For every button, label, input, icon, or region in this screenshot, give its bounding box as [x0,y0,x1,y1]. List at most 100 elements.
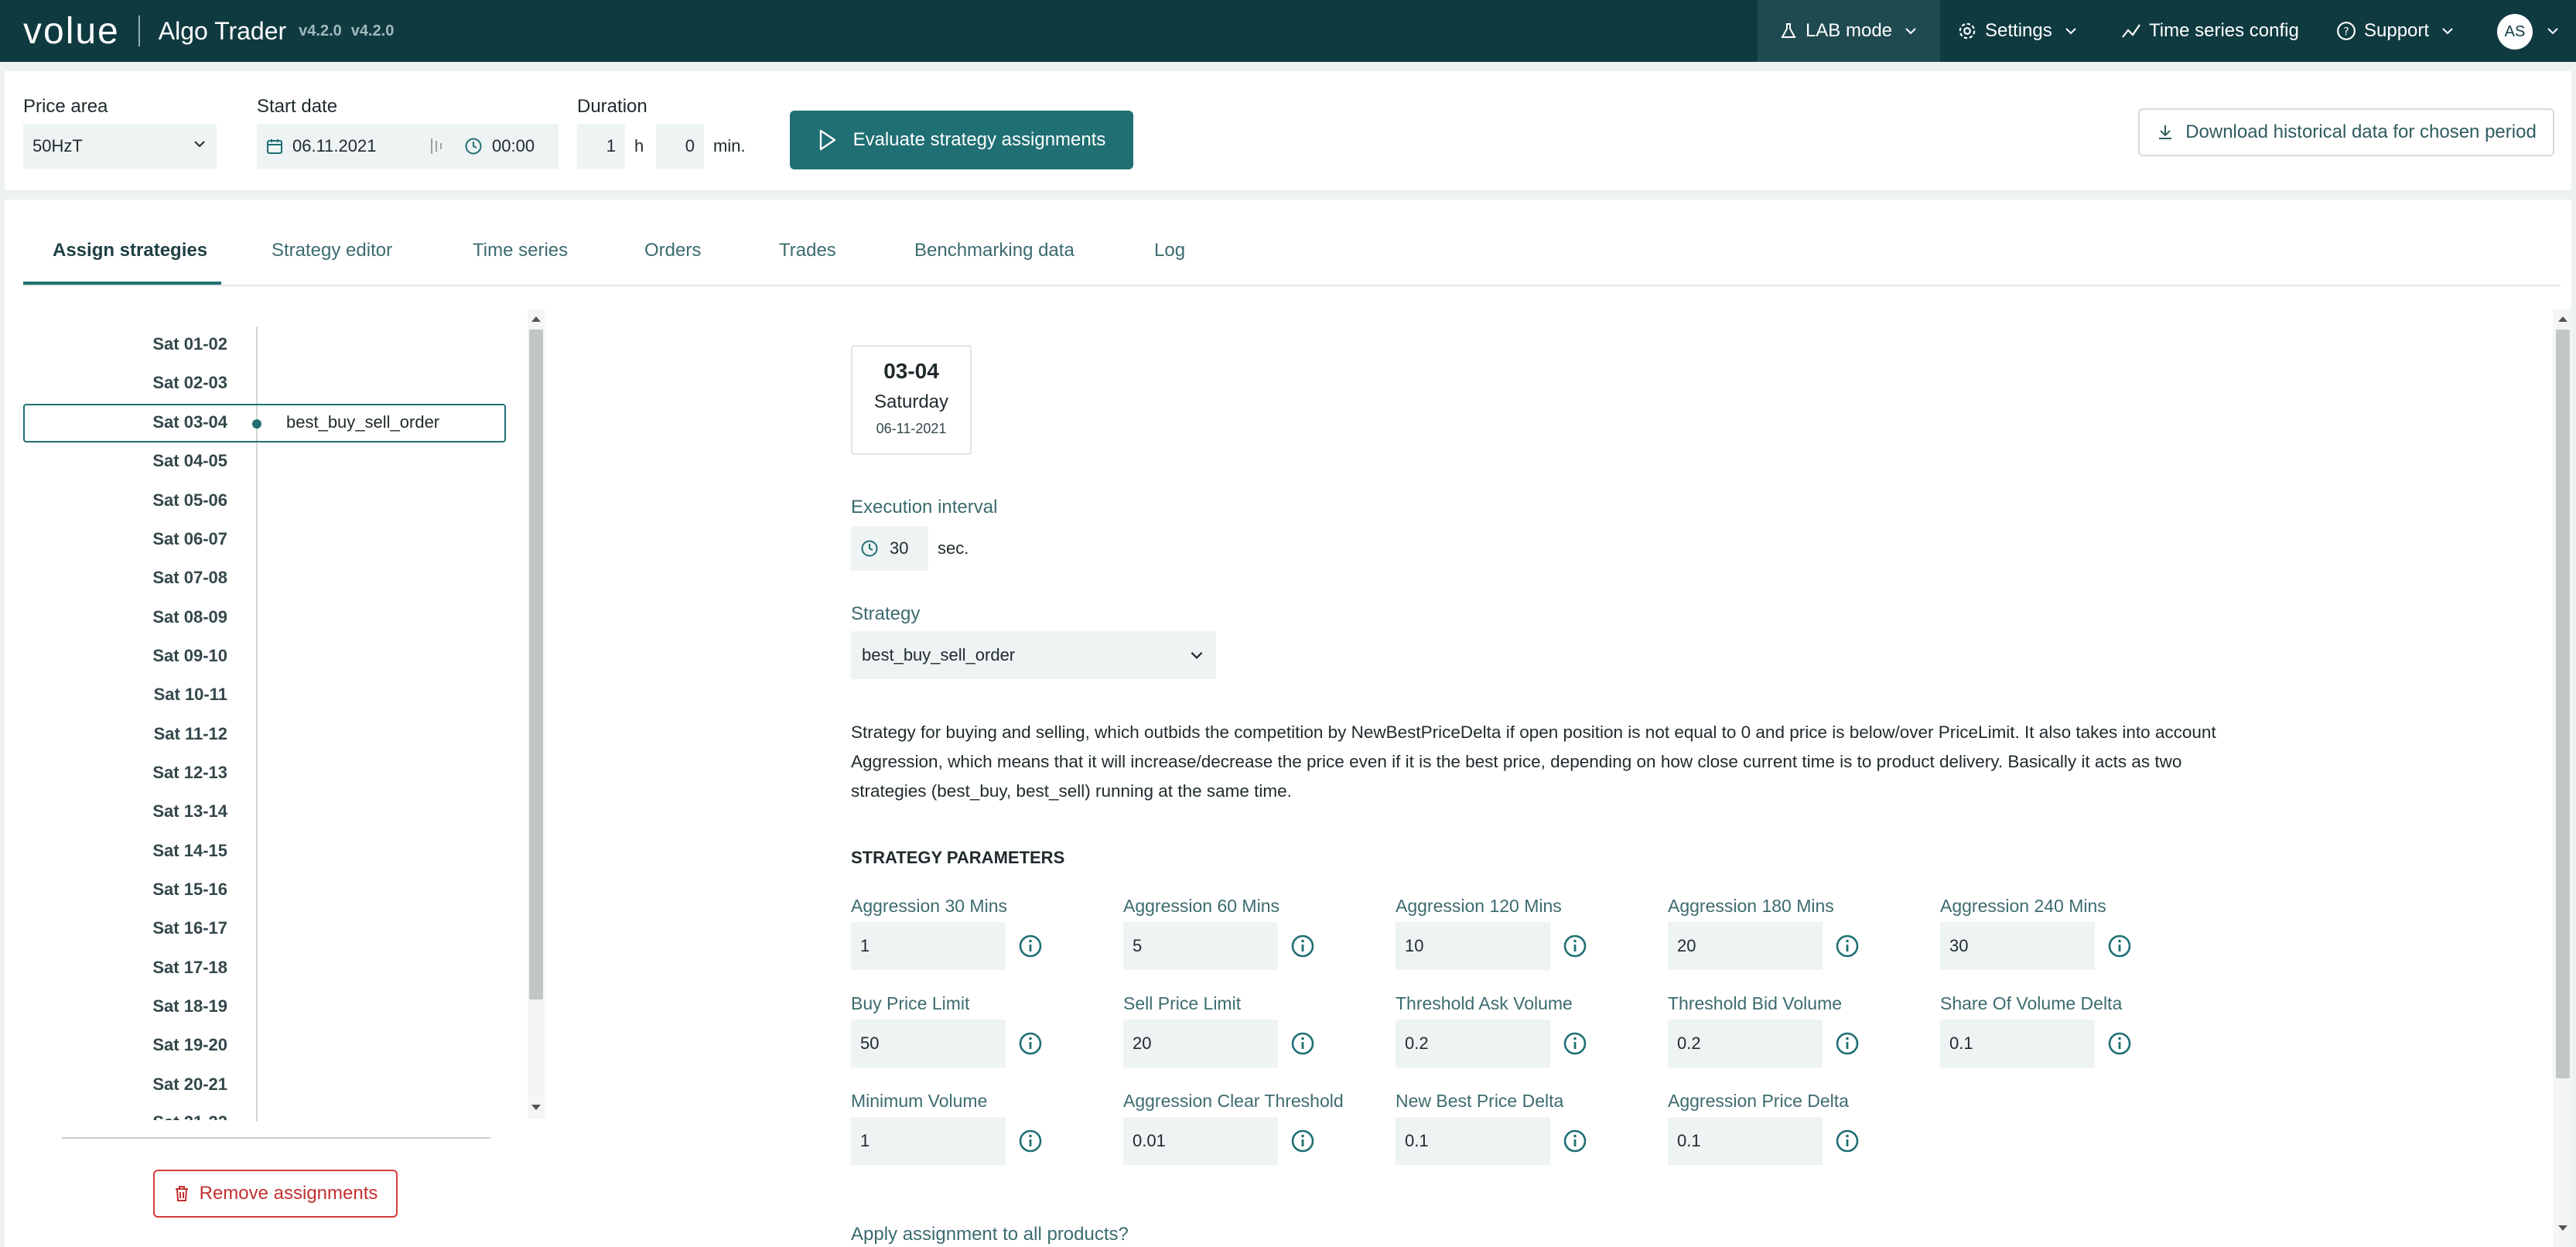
tab-benchmarking-data[interactable]: Benchmarking data [914,240,1074,261]
param-label: Share Of Volume Delta [1940,993,2123,1013]
trash-icon [173,1184,190,1203]
param-label: Threshold Ask Volume [1396,993,1573,1013]
scroll-up-icon[interactable] [531,313,542,326]
param-input[interactable]: 20 [1123,1020,1278,1068]
time-series-config-label: Time series config [2149,20,2299,41]
list-item[interactable]: Sat 12-13 [108,763,227,783]
volue-logo: volue [23,10,120,52]
tab-trades[interactable]: Trades [779,240,836,261]
info-icon[interactable] [2107,934,2132,958]
tab-assign-strategies[interactable]: Assign strategies [53,240,207,261]
param-input[interactable]: 0.1 [1396,1117,1550,1165]
info-icon[interactable] [1563,934,1587,958]
param-label: Aggression 240 Mins [1940,896,2106,916]
scroll-up-icon[interactable] [2557,313,2568,326]
settings-menu[interactable]: Settings [1957,0,2079,62]
list-item[interactable]: Sat 17-18 [108,958,227,978]
app-version: v4.2.0 [299,22,342,39]
info-icon[interactable] [1018,1129,1043,1153]
price-area-select[interactable]: 50HzT [23,124,217,169]
date-hours: 03-04 [883,359,939,383]
param-input[interactable]: 20 [1668,922,1823,970]
list-item[interactable]: Sat 13-14 [108,801,227,822]
info-icon[interactable] [1290,934,1315,958]
time-series-config-menu[interactable]: Time series config [2121,0,2299,62]
flask-icon [1779,22,1798,40]
tab-strategy-editor[interactable]: Strategy editor [272,240,392,261]
param-input[interactable]: 10 [1396,922,1550,970]
info-icon[interactable] [1018,1031,1043,1056]
param-input[interactable]: 5 [1123,922,1278,970]
param-label: Sell Price Limit [1123,993,1242,1013]
download-historical-data-button[interactable]: Download historical data for chosen peri… [2138,108,2554,156]
list-item[interactable]: Sat 01-02 [108,334,227,354]
param-input[interactable]: 1 [851,922,1006,970]
list-footer-divider [62,1137,490,1139]
chevron-down-icon [192,136,207,156]
tab-time-series[interactable]: Time series [473,240,568,261]
active-tab-indicator [23,282,221,285]
start-date-field[interactable]: 06.11.2021 00:00 [257,124,559,169]
list-item[interactable]: Sat 02-03 [108,373,227,393]
tab-log[interactable]: Log [1154,240,1185,261]
list-item[interactable]: Sat 18-19 [108,996,227,1016]
list-item[interactable]: Sat 10-11 [108,685,227,705]
param-input[interactable]: 0.1 [1668,1117,1823,1165]
download-button-label: Download historical data for chosen peri… [2185,121,2537,142]
user-avatar[interactable]: AS [2497,14,2533,50]
date-weekday: Saturday [873,391,949,412]
execution-interval-input[interactable]: 30 [851,526,928,571]
info-icon[interactable] [1018,934,1043,958]
evaluate-button-label: Evaluate strategy assignments [852,129,1106,150]
param-label: Aggression 180 Mins [1668,896,1834,916]
scroll-down-icon[interactable] [531,1102,542,1115]
list-item[interactable]: Sat 07-08 [108,568,227,588]
remove-assignments-button[interactable]: Remove assignments [153,1170,398,1218]
lab-mode-menu[interactable]: LAB mode [1758,0,1940,62]
list-item[interactable]: Sat 06-07 [108,529,227,549]
list-item[interactable]: Sat 11-12 [108,724,227,744]
evaluate-strategy-assignments-button[interactable]: Evaluate strategy assignments [790,111,1133,169]
list-item[interactable]: Sat 20-21 [108,1074,227,1095]
info-icon[interactable] [1563,1031,1587,1056]
detail-scrollbar-thumb[interactable] [2556,330,2570,1078]
param-input[interactable]: 0.1 [1940,1020,2095,1068]
param-input[interactable]: 50 [851,1020,1006,1068]
line-chart-icon [2121,22,2141,40]
strategy-select[interactable]: best_buy_sell_order [851,631,1216,679]
list-item[interactable]: Sat 16-17 [108,918,227,938]
info-icon[interactable] [1835,934,1860,958]
param-label: Aggression 30 Mins [851,896,1007,916]
info-icon[interactable] [1835,1129,1860,1153]
download-icon [2156,123,2175,142]
duration-minutes-input[interactable]: 0 [656,124,704,169]
execution-interval-value: 30 [890,538,909,558]
param-input[interactable]: 1 [851,1117,1006,1165]
list-item[interactable]: Sat 15-16 [108,880,227,900]
list-item[interactable]: Sat 05-06 [108,490,227,511]
info-icon[interactable] [1290,1129,1315,1153]
list-item[interactable]: Sat 08-09 [108,607,227,627]
list-item[interactable]: Sat 19-20 [108,1035,227,1055]
support-menu[interactable]: ? Support [2336,0,2455,62]
duration-label: Duration [577,96,647,117]
param-input[interactable]: 0.2 [1668,1020,1823,1068]
info-icon[interactable] [1563,1129,1587,1153]
list-item[interactable]: Sat 09-10 [108,646,227,666]
list-item[interactable]: Sat 14-15 [108,841,227,861]
param-input[interactable]: 0.2 [1396,1020,1550,1068]
chevron-down-icon[interactable] [2545,0,2561,62]
info-icon[interactable] [1835,1031,1860,1056]
list-scrollbar-thumb[interactable] [529,330,543,999]
duration-hours-input[interactable]: 1 [577,124,625,169]
tab-orders[interactable]: Orders [644,240,701,261]
scroll-down-icon[interactable] [2557,1222,2568,1236]
info-icon[interactable] [2107,1031,2132,1056]
param-input[interactable]: 30 [1940,922,2095,970]
info-icon[interactable] [1290,1031,1315,1056]
list-item[interactable]: Sat 03-04 [108,412,227,432]
list-item[interactable]: Sat 04-05 [108,451,227,471]
param-input[interactable]: 0.01 [1123,1117,1278,1165]
apply-assignment-question: Apply assignment to all products? [851,1224,1129,1245]
list-item-clipped[interactable]: Sat 21-22 [108,1106,232,1120]
